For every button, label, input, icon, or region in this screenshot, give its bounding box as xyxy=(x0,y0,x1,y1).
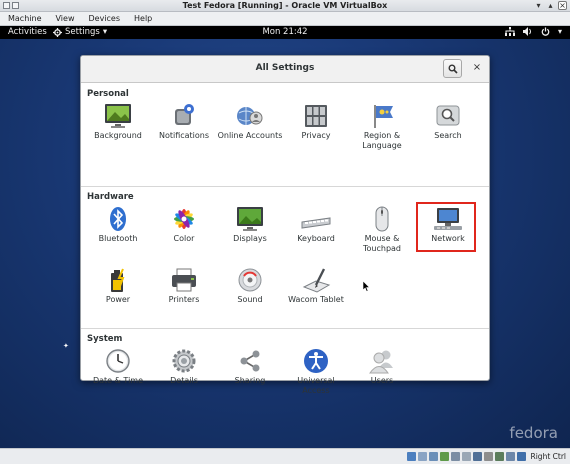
close-button[interactable]: × xyxy=(470,61,484,75)
gear-icon xyxy=(172,349,196,373)
settings-item-power[interactable]: Power xyxy=(85,267,151,305)
mouse-integration-icon[interactable] xyxy=(505,452,515,461)
vbox-statusbar: Right Ctrl xyxy=(0,448,570,464)
audio-icon[interactable] xyxy=(428,452,438,461)
vbox-titlebar: Test Fedora [Running] - Oracle VM Virtua… xyxy=(0,0,570,12)
settings-item-users[interactable]: Users xyxy=(349,348,415,386)
online-accounts-icon xyxy=(237,107,263,125)
section-system-title: System xyxy=(87,334,123,344)
clock-icon xyxy=(106,349,130,373)
settings-item-background[interactable]: Background xyxy=(85,103,151,141)
minimize-icon[interactable]: ▾ xyxy=(534,1,543,10)
vbox-window-menu[interactable] xyxy=(3,2,19,9)
host-key-label: Right Ctrl xyxy=(530,452,566,461)
settings-item-privacy[interactable]: Privacy xyxy=(283,103,349,141)
network-highlight-box xyxy=(416,202,476,252)
settings-item-region-language[interactable]: Region & Language xyxy=(349,103,415,151)
vbox-window-title: Test Fedora [Running] - Oracle VM Virtua… xyxy=(182,1,388,10)
volume-icon xyxy=(522,27,531,36)
display-icon[interactable] xyxy=(472,452,482,461)
system-status-menu[interactable]: ▾ xyxy=(504,27,562,36)
settings-item-printers[interactable]: Printers xyxy=(151,267,217,305)
star-decoration: ✦ xyxy=(63,342,69,350)
section-divider xyxy=(81,186,489,187)
keyboard-icon xyxy=(301,217,331,229)
color-icon xyxy=(174,209,194,229)
clock[interactable]: Mon 21:42 xyxy=(262,27,307,37)
settings-item-sharing[interactable]: Sharing xyxy=(217,348,283,386)
cpu-icon[interactable] xyxy=(494,452,504,461)
printer-icon xyxy=(172,268,196,292)
usb-icon[interactable] xyxy=(450,452,460,461)
menu-help[interactable]: Help xyxy=(134,14,152,23)
power-icon xyxy=(541,27,550,36)
accessibility-icon xyxy=(304,349,328,373)
settings-item-online-accounts[interactable]: Online Accounts xyxy=(217,103,283,141)
displays-icon xyxy=(237,207,263,231)
settings-headerbar: All Settings × xyxy=(81,56,489,83)
app-menu-label: Settings xyxy=(65,27,100,37)
network-adapter-icon[interactable] xyxy=(439,452,449,461)
settings-title: All Settings xyxy=(255,63,315,73)
settings-item-wacom-tablet[interactable]: Wacom Tablet xyxy=(283,267,349,305)
shared-folders-icon[interactable] xyxy=(461,452,471,461)
settings-item-displays[interactable]: Displays xyxy=(217,206,283,244)
settings-item-bluetooth[interactable]: Bluetooth xyxy=(85,206,151,244)
menu-devices[interactable]: Devices xyxy=(88,14,120,23)
vbox-menubar: Machine View Devices Help xyxy=(0,12,570,26)
fedora-logo: fedora xyxy=(509,424,558,442)
background-icon xyxy=(105,104,131,128)
keyboard-capture-icon[interactable] xyxy=(516,452,526,461)
settings-item-universal-access[interactable]: Universal Access xyxy=(283,348,349,396)
video-capture-icon[interactable] xyxy=(483,452,493,461)
settings-item-color[interactable]: Color xyxy=(151,206,217,244)
optical-drive-icon[interactable] xyxy=(417,452,427,461)
bluetooth-icon xyxy=(110,207,126,231)
mouse-pointer-icon xyxy=(363,281,370,292)
network-icon xyxy=(504,27,515,36)
share-icon xyxy=(240,350,260,372)
settings-item-notifications[interactable]: Notifications xyxy=(151,103,217,141)
section-personal-title: Personal xyxy=(87,89,129,99)
section-divider xyxy=(81,328,489,329)
search-icon xyxy=(448,64,458,74)
notifications-icon xyxy=(175,104,194,125)
settings-item-sound[interactable]: Sound xyxy=(217,267,283,305)
search-icon xyxy=(436,105,460,126)
mouse-icon xyxy=(375,206,389,232)
section-hardware-title: Hardware xyxy=(87,192,134,202)
menu-view[interactable]: View xyxy=(56,14,75,23)
settings-item-mouse-touchpad[interactable]: Mouse & Touchpad xyxy=(349,206,415,254)
power-icon xyxy=(111,268,125,292)
app-menu[interactable]: Settings ▾ xyxy=(53,27,107,37)
activities-button[interactable]: Activities xyxy=(8,27,47,37)
gear-icon xyxy=(53,27,62,37)
hard-disk-icon[interactable] xyxy=(406,452,416,461)
close-icon[interactable]: × xyxy=(558,1,567,10)
wacom-tablet-icon xyxy=(302,268,331,293)
chevron-down-icon: ▾ xyxy=(102,27,108,37)
search-button[interactable] xyxy=(443,59,462,78)
settings-item-date-time[interactable]: Date & Time xyxy=(85,348,151,386)
settings-item-search[interactable]: Search xyxy=(415,103,481,141)
settings-item-details[interactable]: Details xyxy=(151,348,217,386)
chevron-down-icon: ▾ xyxy=(557,27,562,36)
privacy-icon xyxy=(305,105,327,127)
gnome-top-bar: Activities Settings ▾ Mon 21:42 ▾ xyxy=(0,26,570,39)
menu-machine[interactable]: Machine xyxy=(8,14,42,23)
users-icon xyxy=(369,350,393,374)
sound-icon xyxy=(238,268,262,292)
region-language-icon xyxy=(374,105,393,128)
maximize-icon[interactable]: ▴ xyxy=(546,1,555,10)
settings-item-keyboard[interactable]: Keyboard xyxy=(283,206,349,244)
